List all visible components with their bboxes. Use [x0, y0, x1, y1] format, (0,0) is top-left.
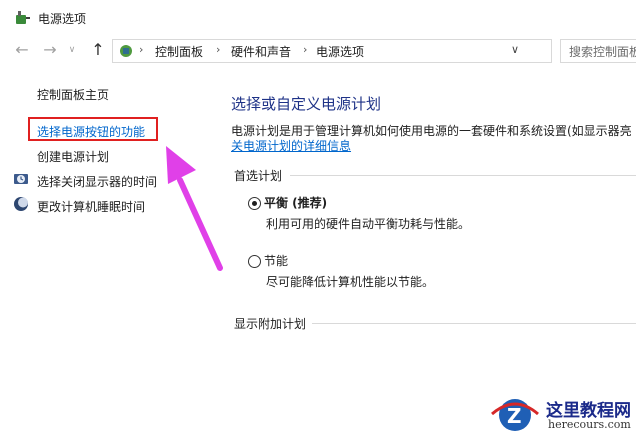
window-title: 电源选项 [38, 12, 87, 26]
address-bar[interactable]: › 控制面板 › 硬件和声音 › 电源选项 ∨ [112, 39, 552, 63]
group-divider [290, 175, 636, 176]
breadcrumb-control-panel[interactable]: 控制面板 [155, 43, 203, 60]
watermark: Z 这里教程网 herecours.com [488, 394, 636, 436]
preferred-plans-title: 首选计划 [234, 169, 283, 183]
watermark-url: herecours.com [548, 418, 631, 431]
show-additional-plans[interactable]: 显示附加计划 [234, 315, 306, 332]
details-link[interactable]: 关电源计划的详细信息 [231, 137, 351, 154]
balanced-radio[interactable] [248, 197, 261, 210]
forward-button[interactable]: → [40, 40, 60, 60]
breadcrumb-hardware-sound[interactable]: 硬件和声音 [231, 43, 291, 60]
breadcrumb-separator: › [139, 43, 144, 56]
power-saver-plan-desc: 尽可能降低计算机性能以节能。 [266, 275, 435, 289]
moon-icon [14, 197, 28, 211]
radio-selected-dot [252, 201, 257, 206]
sidebar-item-sleep[interactable]: 更改计算机睡眠时间 [37, 198, 145, 215]
breadcrumb-separator: › [303, 43, 308, 56]
clock-icon [14, 174, 28, 184]
control-panel-icon [120, 45, 132, 57]
back-button[interactable]: ← [12, 40, 32, 60]
breadcrumb-separator: › [216, 43, 221, 56]
balanced-plan-desc: 利用可用的硬件自动平衡功耗与性能。 [266, 217, 471, 231]
page-title: 选择或自定义电源计划 [231, 95, 382, 113]
watermark-logo-icon: Z [491, 399, 539, 431]
title-bar: 电源选项 [0, 0, 636, 36]
address-dropdown-icon[interactable]: ∨ [511, 43, 519, 56]
sidebar-item-create-plan[interactable]: 创建电源计划 [37, 148, 109, 165]
power-saver-plan-label[interactable]: 节能 [264, 252, 288, 269]
sidebar-control-panel-home[interactable]: 控制面板主页 [37, 86, 109, 103]
search-box[interactable]: 搜索控制面板 [560, 39, 636, 63]
up-button[interactable]: ↑ [88, 40, 108, 60]
search-input[interactable]: 搜索控制面板 [569, 43, 636, 60]
balanced-plan-label[interactable]: 平衡 (推荐) [264, 194, 327, 211]
recent-locations-chevron-icon[interactable]: ∨ [62, 40, 82, 60]
group-divider [312, 323, 636, 324]
power-saver-radio[interactable] [248, 255, 261, 268]
svg-text:Z: Z [507, 404, 522, 428]
power-options-icon [16, 11, 30, 24]
annotation-arrow-icon [166, 146, 223, 271]
sidebar-item-power-buttons[interactable]: 选择电源按钮的功能 [37, 123, 145, 140]
breadcrumb-power-options[interactable]: 电源选项 [316, 43, 364, 60]
sidebar-item-display-off[interactable]: 选择关闭显示器的时间 [37, 173, 157, 190]
